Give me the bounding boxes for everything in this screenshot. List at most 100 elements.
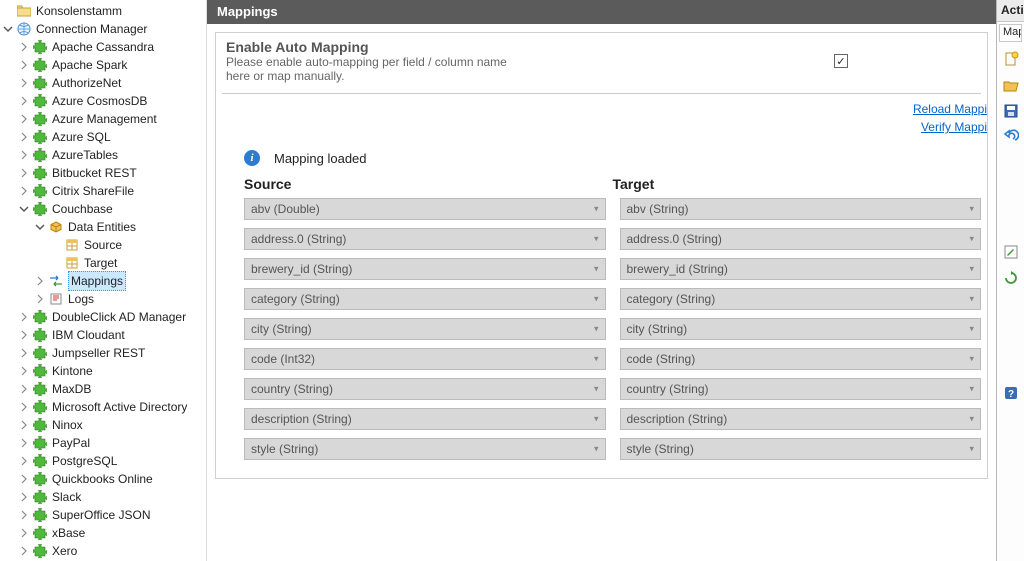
expand-toggle[interactable]: [18, 167, 30, 179]
tree-label[interactable]: Azure CosmosDB: [52, 92, 147, 110]
expand-toggle[interactable]: [18, 41, 30, 53]
tree-connector[interactable]: IBM Cloudant: [0, 326, 206, 344]
edit-icon[interactable]: [1002, 243, 1020, 261]
tree-label[interactable]: xBase: [52, 524, 85, 542]
target-field-dropdown[interactable]: country (String)▾: [620, 378, 982, 400]
tree-connector[interactable]: DoubleClick AD Manager: [0, 308, 206, 326]
tree-connector[interactable]: Xero: [0, 542, 206, 560]
tree-connector[interactable]: Citrix ShareFile: [0, 182, 206, 200]
tree-connector[interactable]: Quickbooks Online: [0, 470, 206, 488]
source-field-dropdown[interactable]: city (String)▾: [244, 318, 606, 340]
expand-toggle[interactable]: [18, 473, 30, 485]
target-field-dropdown[interactable]: city (String)▾: [620, 318, 982, 340]
tree-connector[interactable]: Bitbucket REST: [0, 164, 206, 182]
expand-toggle[interactable]: [18, 491, 30, 503]
tree-label[interactable]: AuthorizeNet: [52, 74, 121, 92]
expand-toggle[interactable]: [18, 365, 30, 377]
action-bar-tab[interactable]: Map: [999, 24, 1022, 42]
tree-label[interactable]: Bitbucket REST: [52, 164, 137, 182]
expand-toggle[interactable]: [34, 221, 46, 233]
reload-mappings-link[interactable]: Reload Mappi: [216, 100, 987, 118]
tree-connection-manager[interactable]: Connection Manager: [0, 20, 206, 38]
tree-connector[interactable]: PayPal: [0, 434, 206, 452]
tree-label[interactable]: Kintone: [52, 362, 93, 380]
source-field-dropdown[interactable]: country (String)▾: [244, 378, 606, 400]
help-icon[interactable]: ?: [1002, 384, 1020, 402]
target-field-dropdown[interactable]: abv (String)▾: [620, 198, 982, 220]
expand-toggle[interactable]: [18, 401, 30, 413]
tree-label[interactable]: Citrix ShareFile: [52, 182, 134, 200]
verify-mappings-link[interactable]: Verify Mappi: [216, 118, 987, 136]
source-field-dropdown[interactable]: category (String)▾: [244, 288, 606, 310]
new-icon[interactable]: [1002, 50, 1020, 68]
tree-logs[interactable]: Logs: [0, 290, 206, 308]
tree-label[interactable]: Xero: [52, 542, 77, 560]
tree-label[interactable]: Quickbooks Online: [52, 470, 153, 488]
tree-connector[interactable]: AuthorizeNet: [0, 74, 206, 92]
tree-label[interactable]: Source: [84, 236, 122, 254]
target-field-dropdown[interactable]: style (String)▾: [620, 438, 982, 460]
tree-label[interactable]: IBM Cloudant: [52, 326, 125, 344]
target-field-dropdown[interactable]: category (String)▾: [620, 288, 982, 310]
tree-connector[interactable]: MaxDB: [0, 380, 206, 398]
tree-label[interactable]: SuperOffice JSON: [52, 506, 150, 524]
expand-toggle[interactable]: [18, 77, 30, 89]
tree-label[interactable]: Apache Spark: [52, 56, 127, 74]
expand-toggle[interactable]: [18, 185, 30, 197]
save-icon[interactable]: [1002, 102, 1020, 120]
tree-label[interactable]: MaxDB: [52, 380, 91, 398]
expand-toggle[interactable]: [18, 95, 30, 107]
expand-toggle[interactable]: [18, 509, 30, 521]
expand-toggle[interactable]: [2, 23, 14, 35]
tree-label[interactable]: PostgreSQL: [52, 452, 117, 470]
expand-toggle[interactable]: [18, 149, 30, 161]
tree-connector[interactable]: Azure CosmosDB: [0, 92, 206, 110]
source-field-dropdown[interactable]: abv (Double)▾: [244, 198, 606, 220]
tree-root[interactable]: Konsolenstamm: [0, 2, 206, 20]
target-field-dropdown[interactable]: brewery_id (String)▾: [620, 258, 982, 280]
expand-toggle[interactable]: [18, 419, 30, 431]
expand-toggle[interactable]: [18, 113, 30, 125]
tree-connector-couchbase[interactable]: Couchbase: [0, 200, 206, 218]
source-field-dropdown[interactable]: code (Int32)▾: [244, 348, 606, 370]
tree-target[interactable]: Target: [0, 254, 206, 272]
tree-connector[interactable]: Kintone: [0, 362, 206, 380]
open-icon[interactable]: [1002, 76, 1020, 94]
tree-label[interactable]: DoubleClick AD Manager: [52, 308, 186, 326]
tree-label[interactable]: Jumpseller REST: [52, 344, 145, 362]
expand-toggle[interactable]: [34, 275, 46, 287]
expand-toggle[interactable]: [18, 545, 30, 557]
tree-label[interactable]: Slack: [52, 488, 81, 506]
expand-toggle[interactable]: [18, 527, 30, 539]
expand-toggle[interactable]: [18, 383, 30, 395]
expand-toggle[interactable]: [18, 311, 30, 323]
tree-label[interactable]: Couchbase: [52, 200, 113, 218]
source-field-dropdown[interactable]: description (String)▾: [244, 408, 606, 430]
tree-mappings[interactable]: Mappings: [0, 272, 206, 290]
tree-source[interactable]: Source: [0, 236, 206, 254]
tree-connector[interactable]: Azure SQL: [0, 128, 206, 146]
tree-connector[interactable]: Apache Spark: [0, 56, 206, 74]
tree-label[interactable]: Apache Cassandra: [52, 38, 154, 56]
tree-label[interactable]: Mappings: [68, 271, 126, 291]
expand-toggle[interactable]: [18, 347, 30, 359]
tree-label[interactable]: Azure SQL: [52, 128, 111, 146]
tree-connector[interactable]: Microsoft Active Directory: [0, 398, 206, 416]
tree-label[interactable]: PayPal: [52, 434, 90, 452]
tree-label[interactable]: Logs: [68, 290, 94, 308]
source-field-dropdown[interactable]: brewery_id (String)▾: [244, 258, 606, 280]
tree-connector[interactable]: Ninox: [0, 416, 206, 434]
target-field-dropdown[interactable]: code (String)▾: [620, 348, 982, 370]
expand-toggle[interactable]: [18, 203, 30, 215]
tree-connector[interactable]: xBase: [0, 524, 206, 542]
expand-toggle[interactable]: [18, 131, 30, 143]
tree-label[interactable]: Data Entities: [68, 218, 136, 236]
source-field-dropdown[interactable]: address.0 (String)▾: [244, 228, 606, 250]
target-field-dropdown[interactable]: description (String)▾: [620, 408, 982, 430]
tree-connector[interactable]: Slack: [0, 488, 206, 506]
undo-icon[interactable]: [1002, 128, 1020, 146]
tree-label[interactable]: Connection Manager: [36, 20, 147, 38]
expand-toggle[interactable]: [34, 293, 46, 305]
tree-label[interactable]: Azure Management: [52, 110, 157, 128]
tree-label[interactable]: Konsolenstamm: [36, 2, 122, 20]
